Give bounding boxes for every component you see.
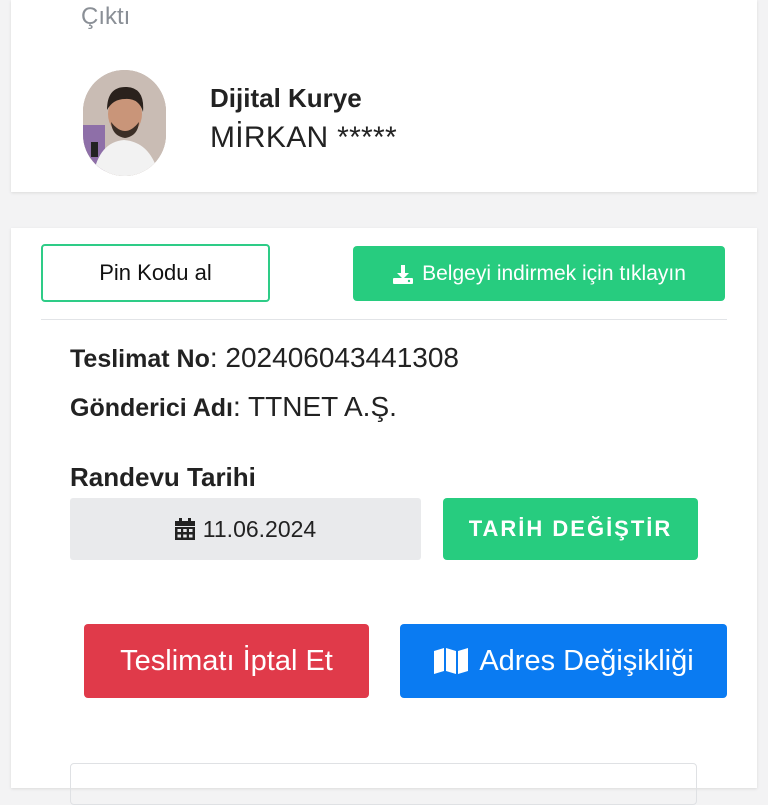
address-change-label: Adres Değişikliği bbox=[479, 644, 694, 677]
change-date-button[interactable]: TARİH DEĞİŞTİR bbox=[443, 498, 698, 560]
download-label: Belgeyi indirmek için tıklayın bbox=[422, 261, 686, 285]
appointment-date-value: 11.06.2024 bbox=[202, 515, 317, 542]
appointment-date: 11.06.2024 bbox=[70, 498, 421, 560]
download-document-button[interactable]: Belgeyi indirmek için tıklayın bbox=[353, 246, 725, 301]
delivery-number-label: Teslimat No bbox=[70, 345, 210, 373]
map-icon bbox=[433, 647, 469, 675]
sender-label: Gönderici Adı bbox=[70, 394, 233, 422]
pin-code-label: Pin Kodu al bbox=[99, 260, 212, 285]
next-section-box bbox=[70, 763, 697, 805]
section-title: Çıktı bbox=[81, 3, 131, 30]
courier-label: Dijital Kurye bbox=[210, 83, 362, 113]
address-change-button[interactable]: Adres Değişikliği bbox=[400, 624, 727, 698]
pin-code-button[interactable]: Pin Kodu al bbox=[41, 244, 270, 302]
cancel-delivery-label: Teslimatı İptal Et bbox=[120, 644, 333, 677]
change-date-label: TARİH DEĞİŞTİR bbox=[468, 516, 673, 541]
delivery-number-row: Teslimat No: 202406043441308 bbox=[70, 342, 459, 373]
sender-row: Gönderici Adı: TTNET A.Ş. bbox=[70, 391, 397, 422]
courier-name: MİRKAN ***** bbox=[210, 121, 397, 154]
cancel-delivery-button[interactable]: Teslimatı İptal Et bbox=[84, 624, 369, 698]
divider bbox=[41, 319, 727, 320]
delivery-number-value: 202406043441308 bbox=[225, 342, 459, 373]
sender-value: TTNET A.Ş. bbox=[248, 391, 397, 422]
download-icon bbox=[392, 263, 414, 285]
delivery-card: Pin Kodu al Belgeyi indirmek için tıklay… bbox=[11, 228, 757, 805]
calendar-icon bbox=[174, 518, 195, 540]
appointment-label: Randevu Tarihi bbox=[70, 462, 256, 492]
courier-avatar bbox=[83, 70, 166, 176]
courier-card: Çıktı Dijital Kurye MİRKAN ***** bbox=[11, 0, 757, 192]
